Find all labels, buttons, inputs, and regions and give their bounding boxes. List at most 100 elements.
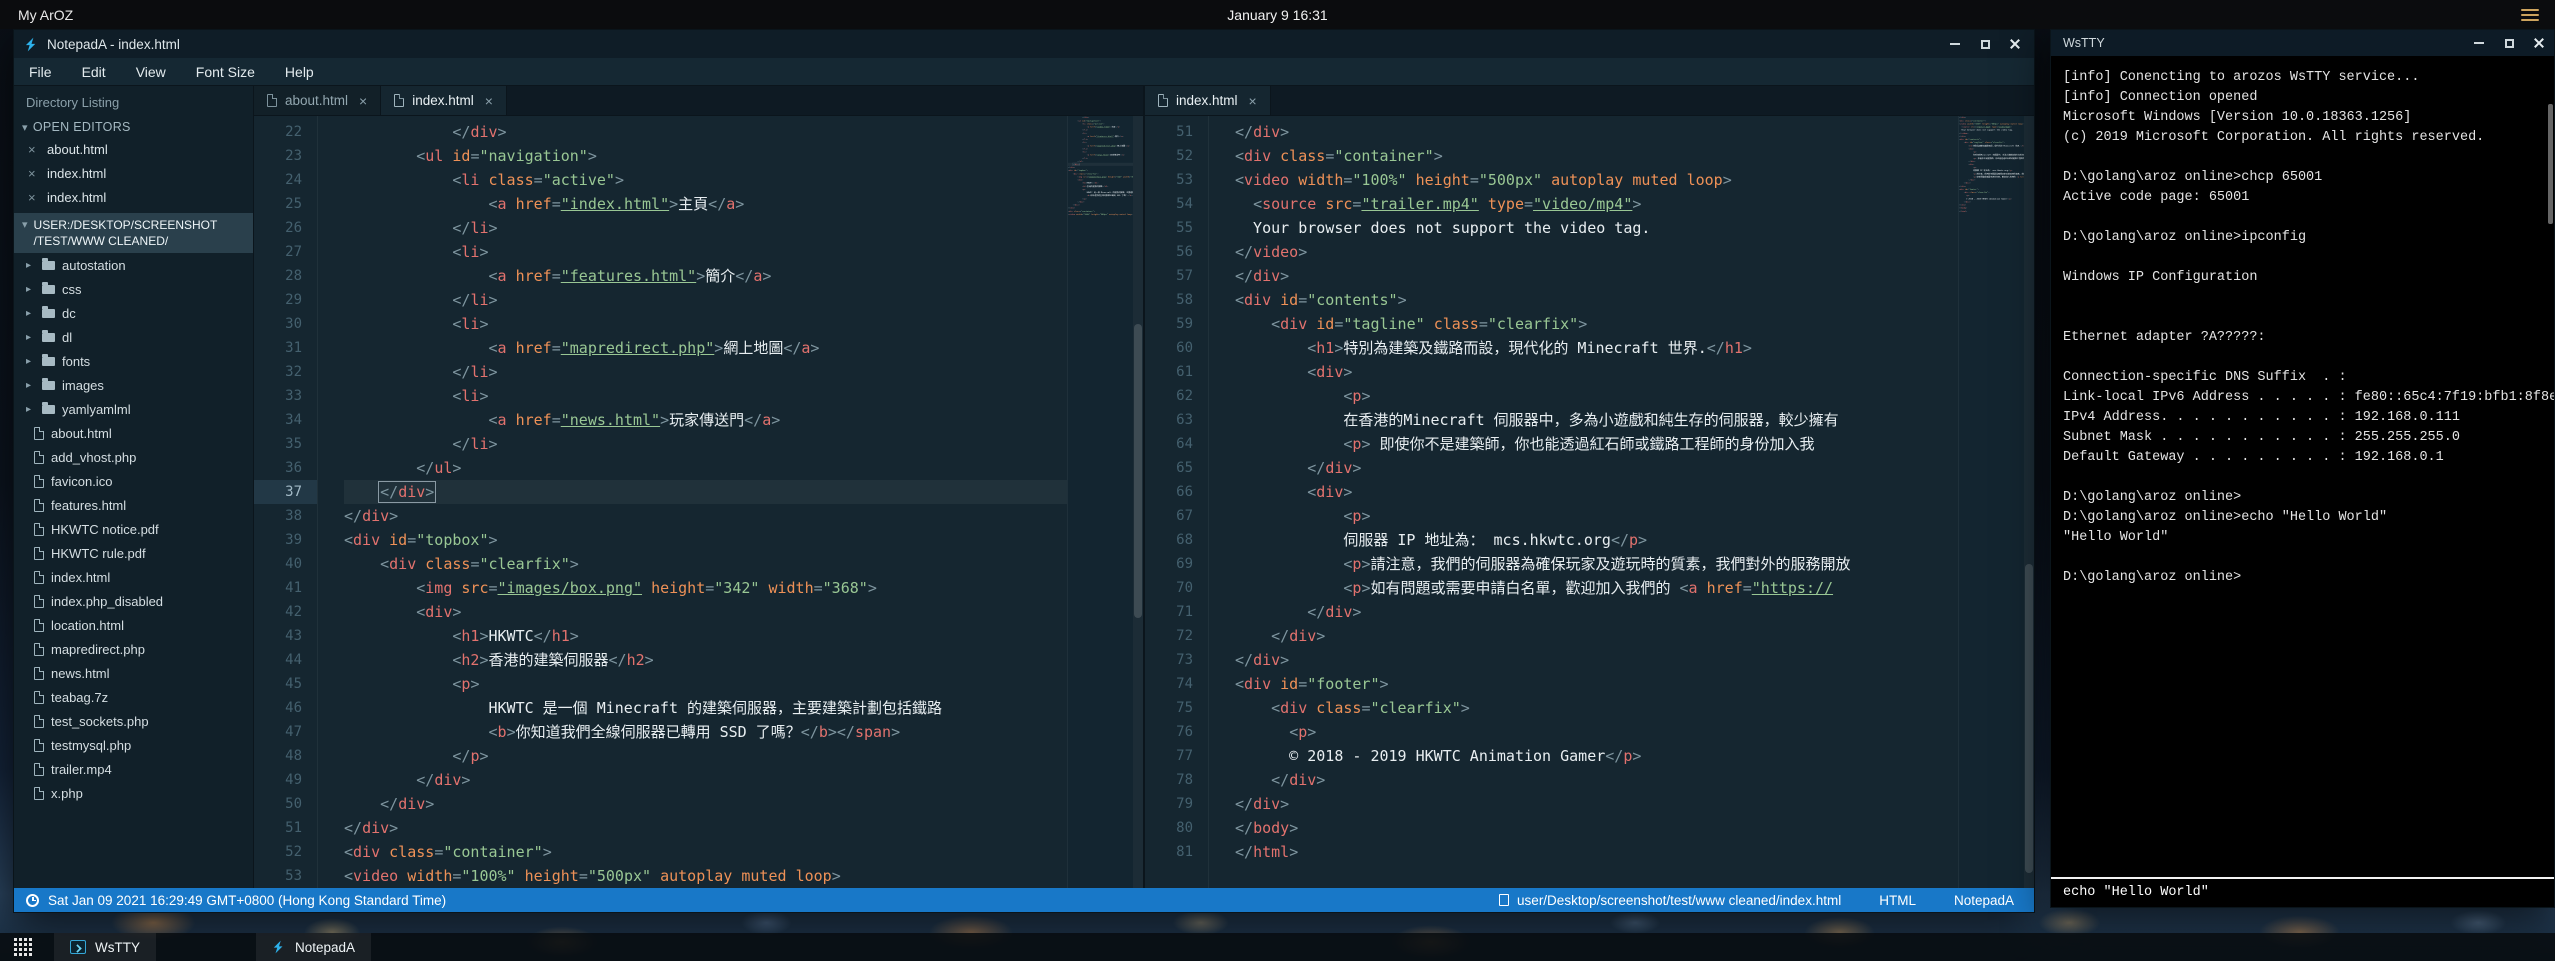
menu-item-font-size[interactable]: Font Size (181, 64, 270, 80)
taskbar-item-notepada[interactable]: NotepadA (256, 933, 371, 961)
minimize-button[interactable] (1940, 30, 1970, 58)
scrollbar-thumb[interactable] (2025, 564, 2033, 873)
file-item[interactable]: x.php (14, 781, 253, 805)
line-number: 25 (254, 192, 317, 216)
file-icon (1158, 94, 1168, 107)
notepada-titlebar[interactable]: NotepadA - index.html (14, 30, 2034, 58)
minimize-button[interactable] (2464, 30, 2494, 56)
folder-icon (42, 405, 55, 414)
line-number: 47 (254, 720, 317, 744)
line-number: 51 (1145, 120, 1208, 144)
file-item[interactable]: teabag.7z (14, 685, 253, 709)
terminal-scrollbar-thumb[interactable] (2548, 104, 2553, 224)
folder-item[interactable]: ▸autostation (14, 253, 253, 277)
terminal-line: [info] Connection opened (2063, 88, 2544, 108)
vertical-scrollbar[interactable] (1133, 116, 1143, 888)
tab-index.html[interactable]: index.html× (381, 86, 507, 115)
minimap[interactable]: </div> <ul id="navigation"> <li class="a… (1067, 116, 1133, 888)
file-item[interactable]: favicon.ico (14, 469, 253, 493)
code-line: <p> (344, 672, 1067, 696)
hamburger-menu-icon[interactable] (2521, 9, 2539, 21)
system-clock: January 9 16:31 (1227, 7, 1327, 23)
file-item[interactable]: location.html (14, 613, 253, 637)
tab-close-icon[interactable]: × (1249, 93, 1257, 109)
chevron-right-icon: ▸ (26, 332, 35, 343)
file-name: favicon.ico (51, 474, 112, 489)
tab-index.html[interactable]: index.html× (1145, 86, 1271, 115)
folder-item[interactable]: ▸fonts (14, 349, 253, 373)
vertical-scrollbar[interactable] (2024, 116, 2034, 888)
terminal-output[interactable]: [info] Conencting to arozos WsTTY servic… (2051, 56, 2554, 877)
tab-about.html[interactable]: about.html × (254, 86, 381, 115)
tab-close-icon[interactable]: × (359, 93, 367, 109)
folder-item[interactable]: ▸yamlyamlml (14, 397, 253, 421)
folder-name: yamlyamlml (62, 402, 131, 417)
file-item[interactable]: index.html (14, 565, 253, 589)
open-editor-item[interactable]: ×about.html (14, 137, 253, 161)
file-item[interactable]: news.html (14, 661, 253, 685)
open-editor-item[interactable]: ×index.html (14, 161, 253, 185)
open-editors-header[interactable]: ▾ OPEN EDITORS (14, 117, 253, 137)
scrollbar-thumb[interactable] (1134, 324, 1142, 617)
file-item[interactable]: testmysql.php (14, 733, 253, 757)
file-item[interactable]: test_sockets.php (14, 709, 253, 733)
close-file-icon[interactable]: × (28, 142, 40, 157)
terminal-line (2063, 548, 2544, 568)
terminal-line: D:\golang\aroz online>chcp 65001 (2063, 168, 2544, 188)
file-item[interactable]: about.html (14, 421, 253, 445)
folder-item[interactable]: ▸images (14, 373, 253, 397)
folder-name: dl (62, 330, 72, 345)
terminal-line: Link-local IPv6 Address . . . . . : fe80… (2063, 388, 2544, 408)
taskbar-item-wstty[interactable]: WsTTY (54, 933, 156, 961)
file-item[interactable]: HKWTC notice.pdf (14, 517, 253, 541)
wstty-titlebar[interactable]: WsTTY (2051, 30, 2554, 56)
terminal-input[interactable]: echo "Hello World" (2051, 879, 2554, 907)
open-editor-item[interactable]: ×index.html (14, 185, 253, 209)
menu-item-view[interactable]: View (121, 64, 181, 80)
minimize-icon (2474, 42, 2484, 44)
file-item[interactable]: add_vhost.php (14, 445, 253, 469)
folder-icon (42, 285, 55, 294)
file-icon (34, 739, 44, 752)
folder-item[interactable]: ▸ dl (14, 325, 253, 349)
terminal-line: D:\golang\aroz online> (2063, 488, 2544, 508)
menu-item-edit[interactable]: Edit (67, 64, 121, 80)
code-line: <a href="mapredirect.php">網上地圖</a> (344, 336, 1067, 360)
code-line: </body> (1235, 816, 1958, 840)
file-item[interactable]: mapredirect.php (14, 637, 253, 661)
close-button[interactable] (2000, 30, 2030, 58)
file-item[interactable]: features.html (14, 493, 253, 517)
maximize-button[interactable] (2494, 30, 2524, 56)
file-icon (34, 451, 44, 464)
close-file-icon[interactable]: × (28, 166, 40, 181)
minimap[interactable]: </div><div class="container"><video widt… (1958, 116, 2024, 888)
menu-item-help[interactable]: Help (270, 64, 329, 80)
maximize-button[interactable] (1970, 30, 2000, 58)
app-launcher-button[interactable] (0, 933, 46, 961)
workspace-root-header[interactable]: ▾ USER:/DESKTOP/SCREENSHOT/TEST/WWW CLEA… (14, 213, 253, 253)
file-item[interactable]: HKWTC rule.pdf (14, 541, 253, 565)
file-item[interactable]: index.php_disabled (14, 589, 253, 613)
file-name: x.php (51, 786, 83, 801)
folder-icon (42, 381, 55, 390)
aroz-start-button[interactable]: My ArOZ (0, 7, 91, 23)
tab-close-icon[interactable]: × (485, 93, 493, 109)
code-line: <li class="active"> (344, 168, 1067, 192)
folder-item[interactable]: ▸dc (14, 301, 253, 325)
menu-item-file[interactable]: File (14, 64, 67, 80)
chevron-right-icon: ▸ (26, 356, 35, 367)
code-editor[interactable]: </div><div class="container"><video widt… (1209, 116, 1958, 888)
folder-item[interactable]: ▸css (14, 277, 253, 301)
chevron-right-icon: ▸ (26, 260, 35, 271)
line-number: 59 (1145, 312, 1208, 336)
code-line: <li> (344, 240, 1067, 264)
close-button[interactable] (2524, 30, 2554, 56)
tab-label: about.html (285, 93, 348, 108)
statusbar-language[interactable]: HTML (1879, 893, 1916, 908)
folder-icon (42, 261, 55, 270)
line-number: 39 (254, 528, 317, 552)
close-file-icon[interactable]: × (28, 190, 40, 205)
file-item[interactable]: trailer.mp4 (14, 757, 253, 781)
line-number: 72 (1145, 624, 1208, 648)
code-editor[interactable]: </div> <ul id="navigation"> <li class="a… (318, 116, 1067, 888)
